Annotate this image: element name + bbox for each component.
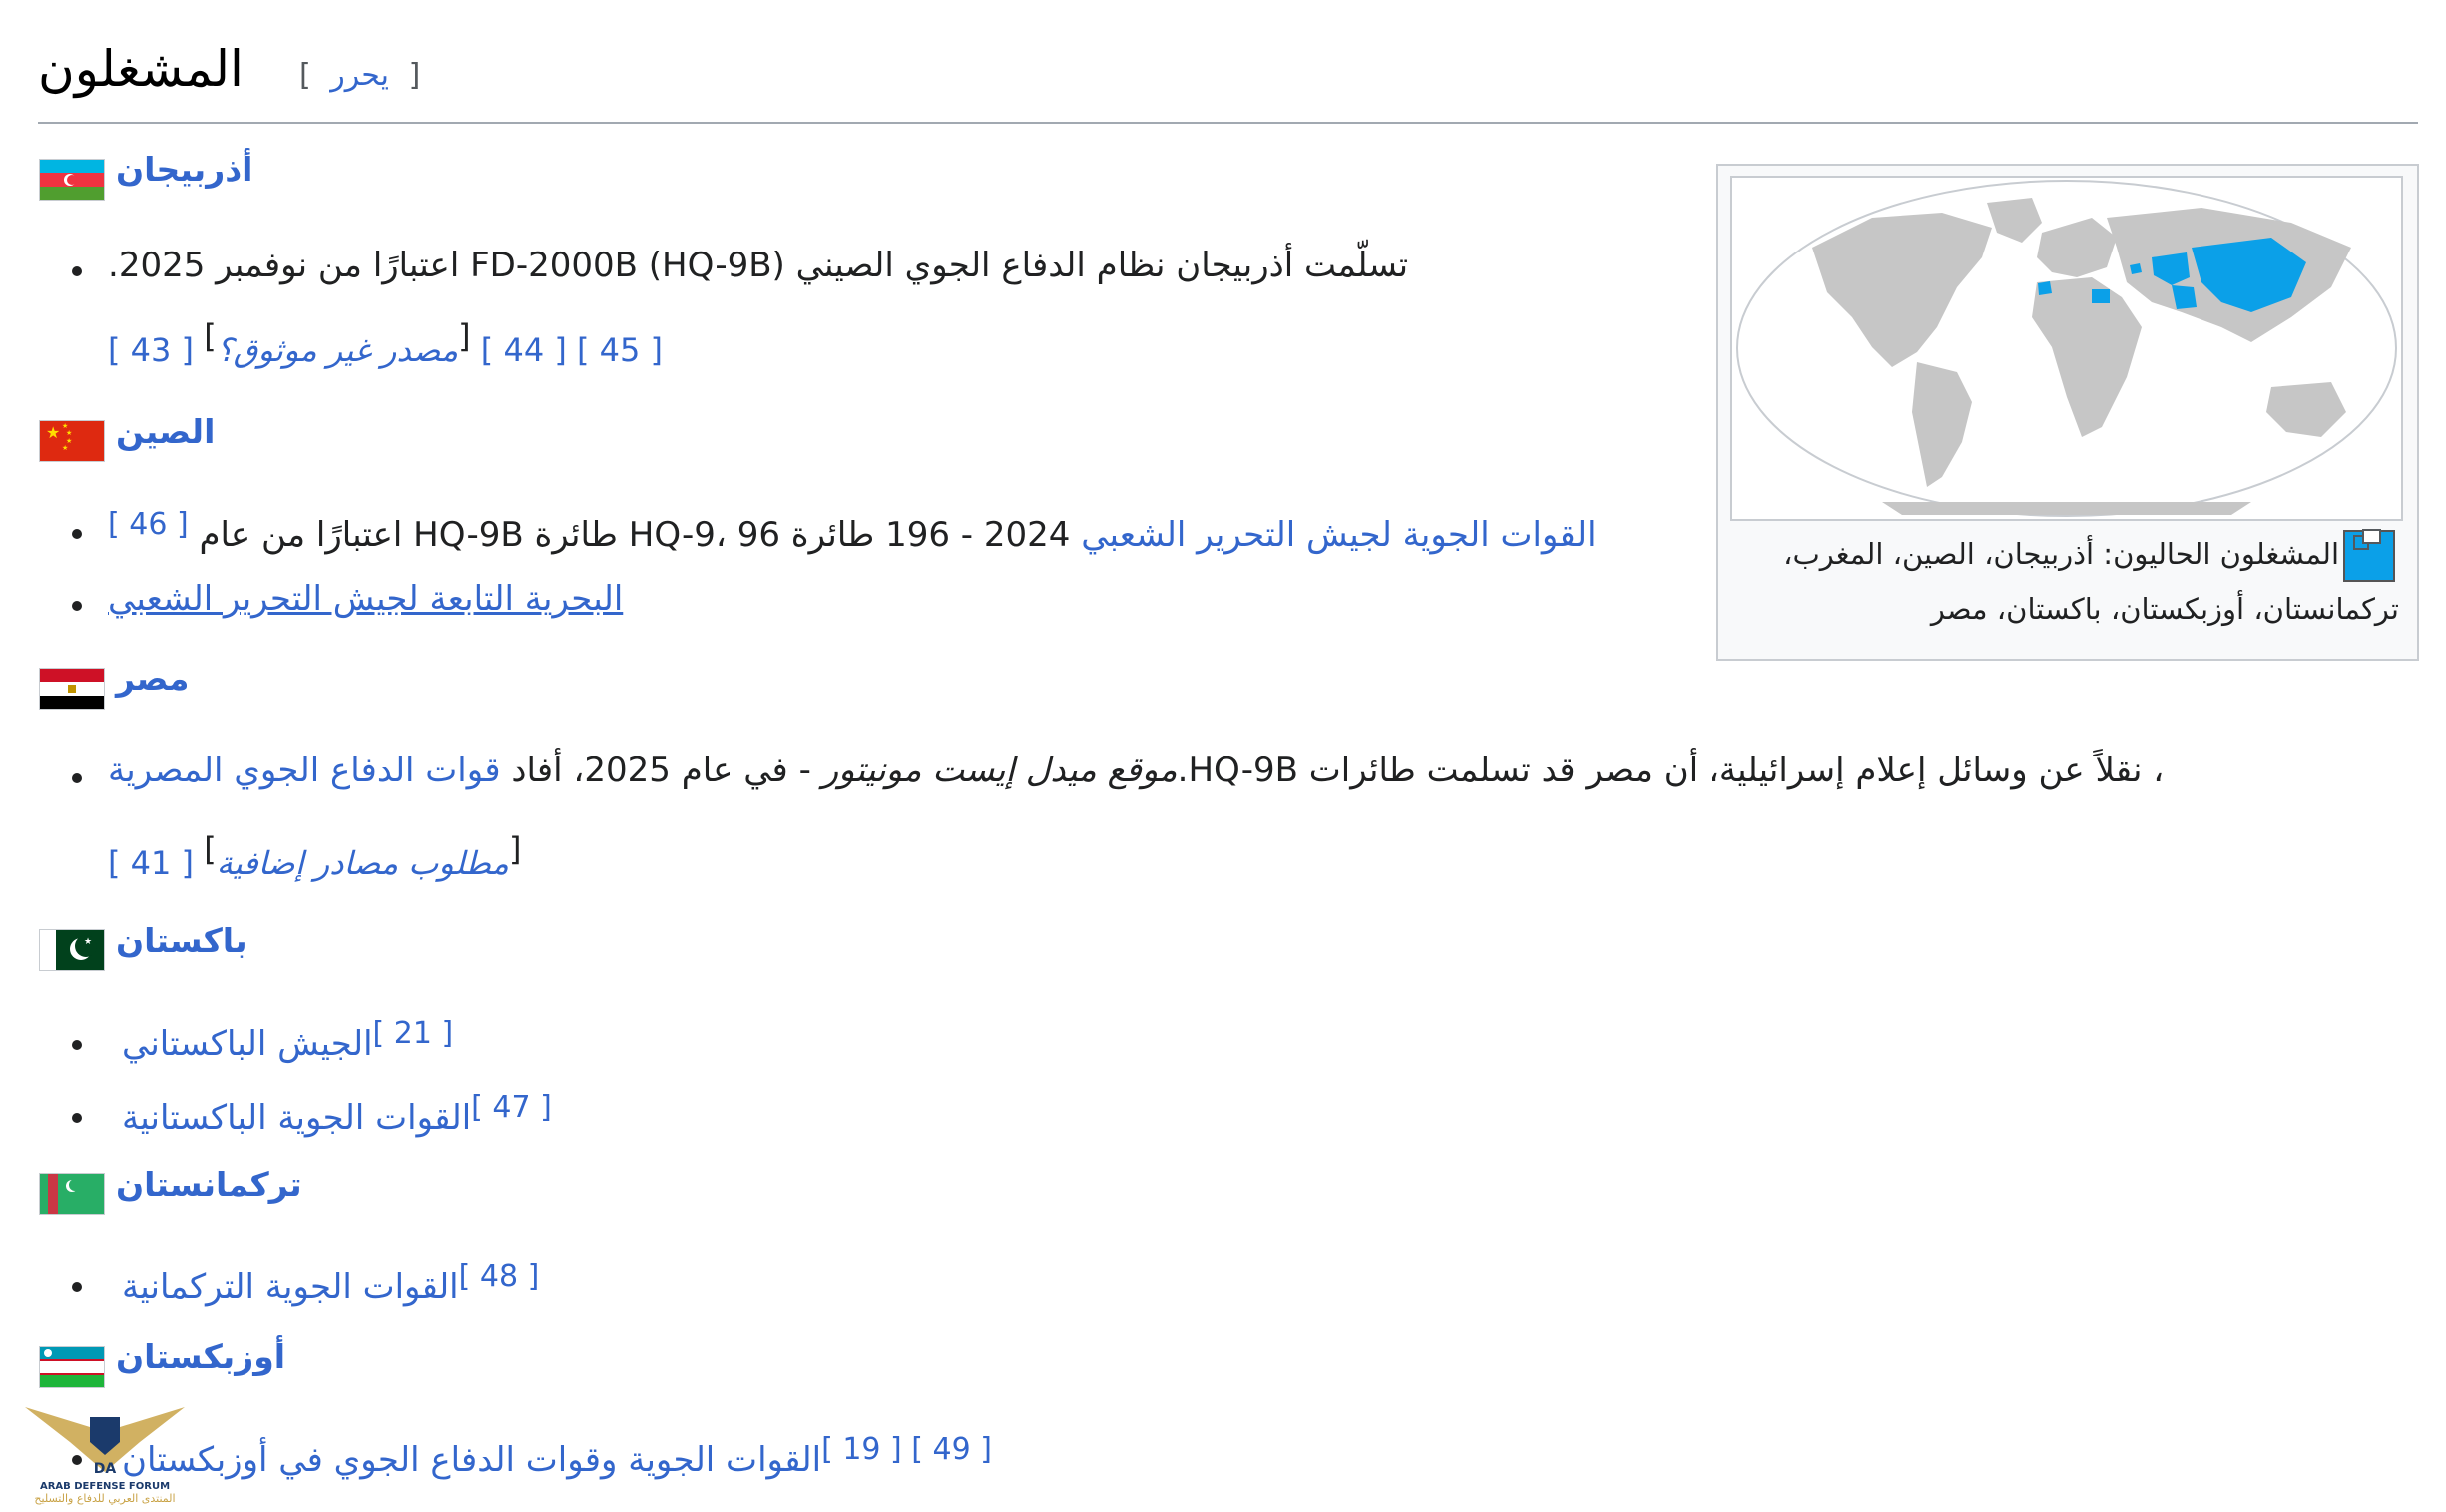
azerbaijan-refs: [ 43 ] [مصدر غير موثوق؟] [ 44 ] [ 45 ] xyxy=(108,317,664,369)
ref-21[interactable]: [ 21 ] xyxy=(373,1016,454,1051)
egypt-refs: [ 41 ] [مطلوب مصادر إضافية] xyxy=(108,830,522,882)
plan-navy-link[interactable]: البحرية التابعة لجيش التحرير الشعبي xyxy=(108,579,623,619)
map-caption-text: المشغلون الحاليون: أذربيجان، الصين، المغ… xyxy=(1783,537,2399,626)
country-uzbekistan[interactable]: أوزبكستان xyxy=(116,1337,285,1376)
ref-47[interactable]: [ 47 ] xyxy=(471,1090,552,1125)
forum-logo-icon: DA xyxy=(25,1407,185,1477)
edit-section-link-wrapper: [ يحرر ] xyxy=(299,58,420,93)
ref-46[interactable]: [ 46 ] xyxy=(108,507,189,542)
list-bullet xyxy=(72,601,82,611)
list-bullet xyxy=(72,1113,82,1123)
turkmen-air-force-link[interactable]: القوات الجوية التركمانية xyxy=(122,1267,459,1307)
list-bullet xyxy=(72,773,82,783)
svg-text:DA: DA xyxy=(94,1461,117,1477)
ref-48[interactable]: [ 48 ] xyxy=(459,1260,540,1294)
middle-east-monitor-title: موقع ميدل إيست مونيتور xyxy=(821,751,1178,790)
operators-map-thumbnail: المشغلون الحاليون: أذربيجان، الصين، المغ… xyxy=(1716,164,2419,661)
egypt-air-defense-link[interactable]: قوات الدفاع الجوي المصرية xyxy=(108,751,501,790)
unreliable-source-tag[interactable]: مصدر غير موثوق؟ xyxy=(217,331,458,369)
watermark-line2: المنتدى العربي للدفاع والتسليح xyxy=(34,1492,176,1505)
turkmenistan-flag-icon xyxy=(40,1174,104,1214)
pakistan-flag-icon: ★ xyxy=(40,930,104,970)
country-turkmenistan[interactable]: تركمانستان xyxy=(116,1165,302,1204)
ref-43[interactable]: [ 43 ] xyxy=(108,331,194,369)
world-map-image xyxy=(1736,180,2397,517)
china-item-text: 2024 - 196 طائرة HQ-9، 96 طائرة HQ-9B اع… xyxy=(199,515,1071,555)
pakistan-item-1: [ 21 ]الجيش الباكستاني xyxy=(122,1016,453,1064)
list-bullet xyxy=(72,529,82,539)
uzbek-air-force-link[interactable]: القوات الجوية وقوات الدفاع الجوي في أوزب… xyxy=(122,1440,821,1480)
china-item-2: البحرية التابعة لجيش التحرير الشعبي xyxy=(108,579,623,619)
arab-defense-forum-watermark: DA ARAB DEFENSE FORUM المنتدى العربي للد… xyxy=(20,1387,190,1512)
china-item-1: القوات الجوية لجيش التحرير الشعبي 2024 -… xyxy=(108,507,1597,555)
pakistan-army-link[interactable]: الجيش الباكستاني xyxy=(122,1024,373,1064)
pakistan-item-2: [ 47 ]القوات الجوية الباكستانية xyxy=(122,1090,552,1138)
country-egypt[interactable]: مصر xyxy=(116,659,189,698)
magnify-icon[interactable] xyxy=(2353,529,2381,551)
country-china[interactable]: الصين xyxy=(116,412,215,451)
ref-45[interactable]: [ 45 ] xyxy=(577,331,663,369)
map-caption: المشغلون الحاليون: أذربيجان، الصين، المغ… xyxy=(1732,527,2399,636)
egypt-text-a: ، نقلاً عن وسائل إعلام إسرائيلية، أن مصر… xyxy=(1177,751,2165,790)
watermark-line1: ARAB DEFENSE FORUM xyxy=(39,1481,171,1492)
ref-41[interactable]: [ 41 ] xyxy=(108,844,194,882)
country-pakistan[interactable]: باكستان xyxy=(116,921,247,960)
list-bullet xyxy=(72,1040,82,1050)
uzbekistan-item-1: [ 19 ] [ 49 ]القوات الجوية وقوات الدفاع … xyxy=(122,1432,992,1480)
egypt-text-b: - في عام 2025، أفاد xyxy=(500,751,822,790)
turkmenistan-item-1: [ 48 ]القوات الجوية التركمانية xyxy=(122,1260,539,1307)
azerbaijan-item-text: تسلّمت أذربيجان نظام الدفاع الجوي الصيني… xyxy=(108,246,1409,285)
ref-44[interactable]: [ 44 ] xyxy=(481,331,567,369)
edit-section-link[interactable]: يحرر xyxy=(330,58,389,93)
ref-19-49[interactable]: [ 19 ] [ 49 ] xyxy=(821,1432,992,1467)
uzbekistan-flag-icon xyxy=(40,1347,104,1387)
country-azerbaijan[interactable]: أذربيجان xyxy=(116,150,252,189)
egypt-flag-icon xyxy=(40,669,104,709)
additional-sources-needed-tag[interactable]: مطلوب مصادر إضافية xyxy=(217,844,509,882)
egypt-item-text: ، نقلاً عن وسائل إعلام إسرائيلية، أن مصر… xyxy=(108,751,2164,790)
section-title: المشغلون xyxy=(38,40,244,98)
plaaf-link[interactable]: القوات الجوية لجيش التحرير الشعبي xyxy=(1081,515,1596,555)
list-bullet xyxy=(72,266,82,276)
list-bullet xyxy=(72,1282,82,1292)
azerbaijan-flag-icon xyxy=(40,160,104,200)
pakistan-air-force-link[interactable]: القوات الجوية الباكستانية xyxy=(122,1098,471,1138)
operators-world-map[interactable] xyxy=(1730,176,2403,521)
edit-bracket-close: ] xyxy=(408,58,421,93)
section-heading: المشغلون [ يحرر ] xyxy=(38,30,2418,124)
china-flag-icon: ★ ★ ★ ★ ★ xyxy=(40,421,104,461)
edit-bracket-open: [ xyxy=(299,58,311,93)
